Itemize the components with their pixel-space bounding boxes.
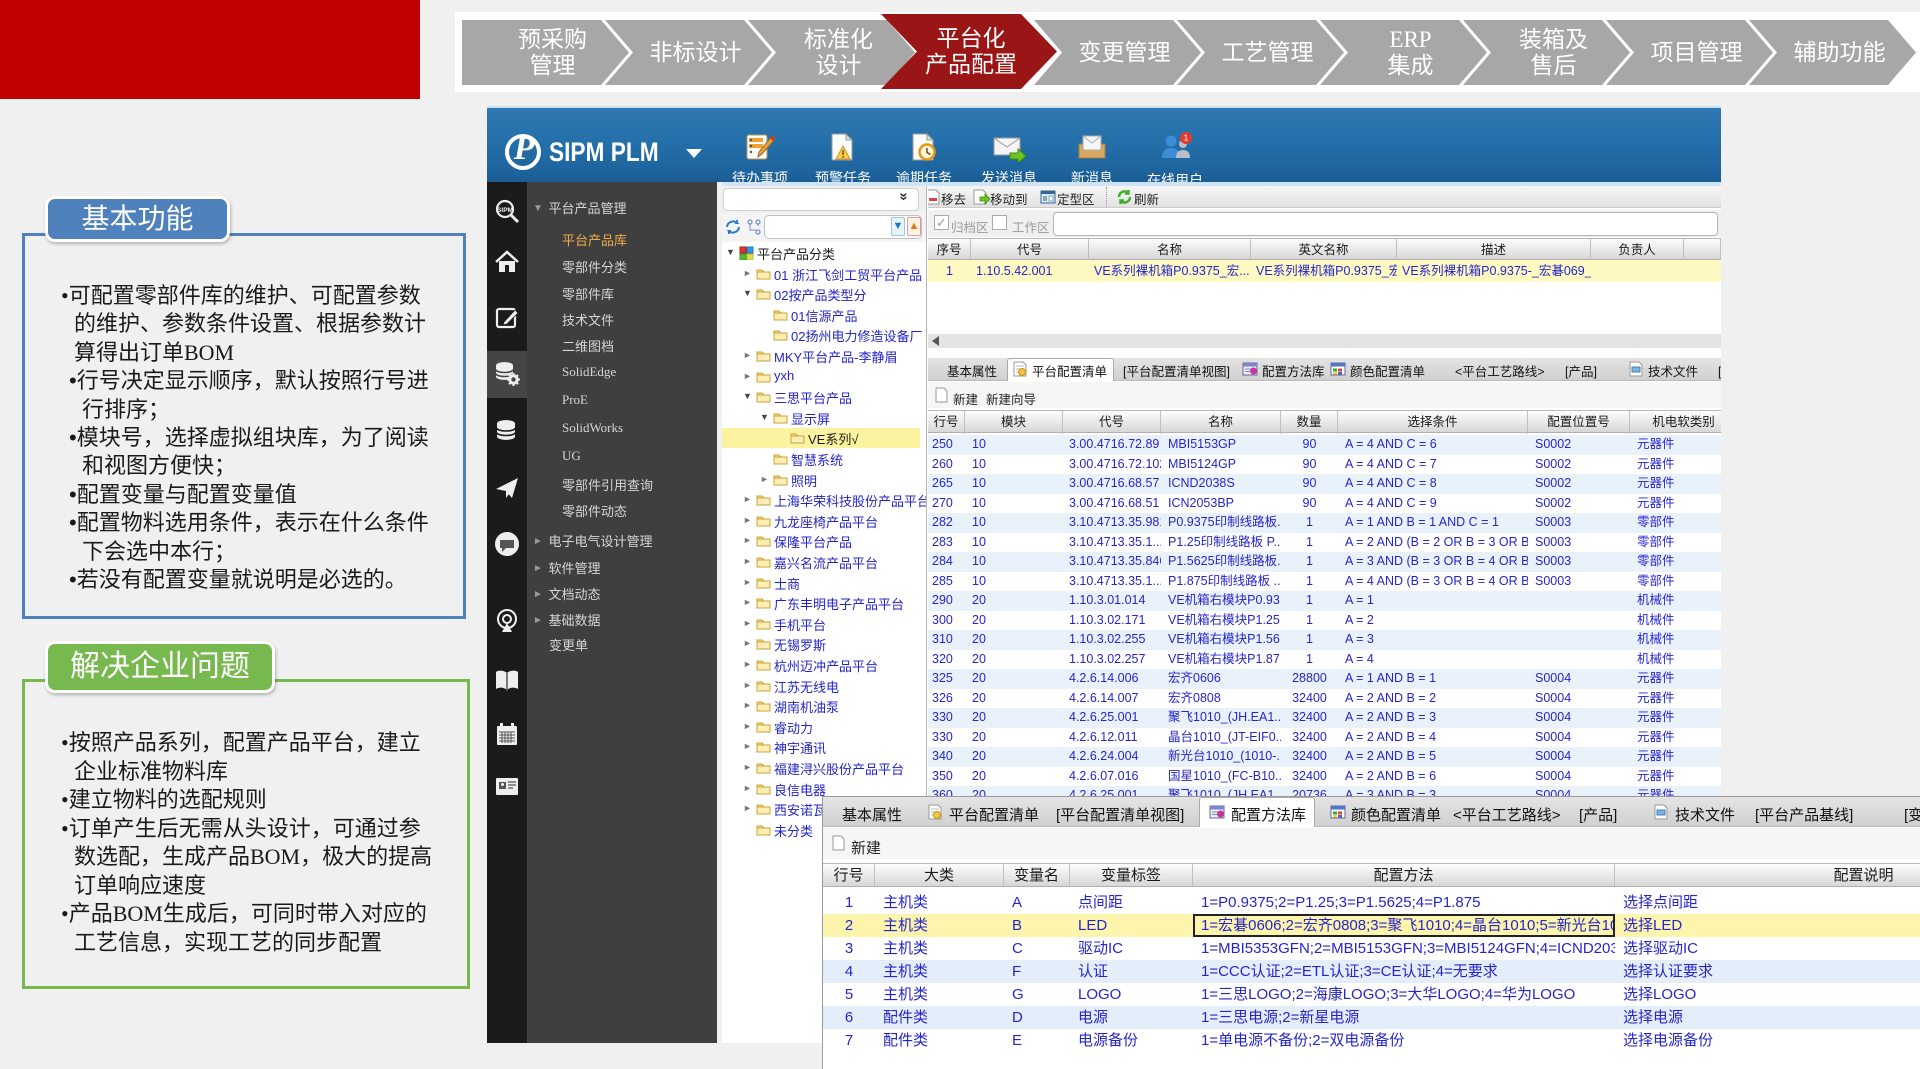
svg-text:SIPM: SIPM [497,207,513,214]
svg-text:1: 1 [1184,134,1189,143]
